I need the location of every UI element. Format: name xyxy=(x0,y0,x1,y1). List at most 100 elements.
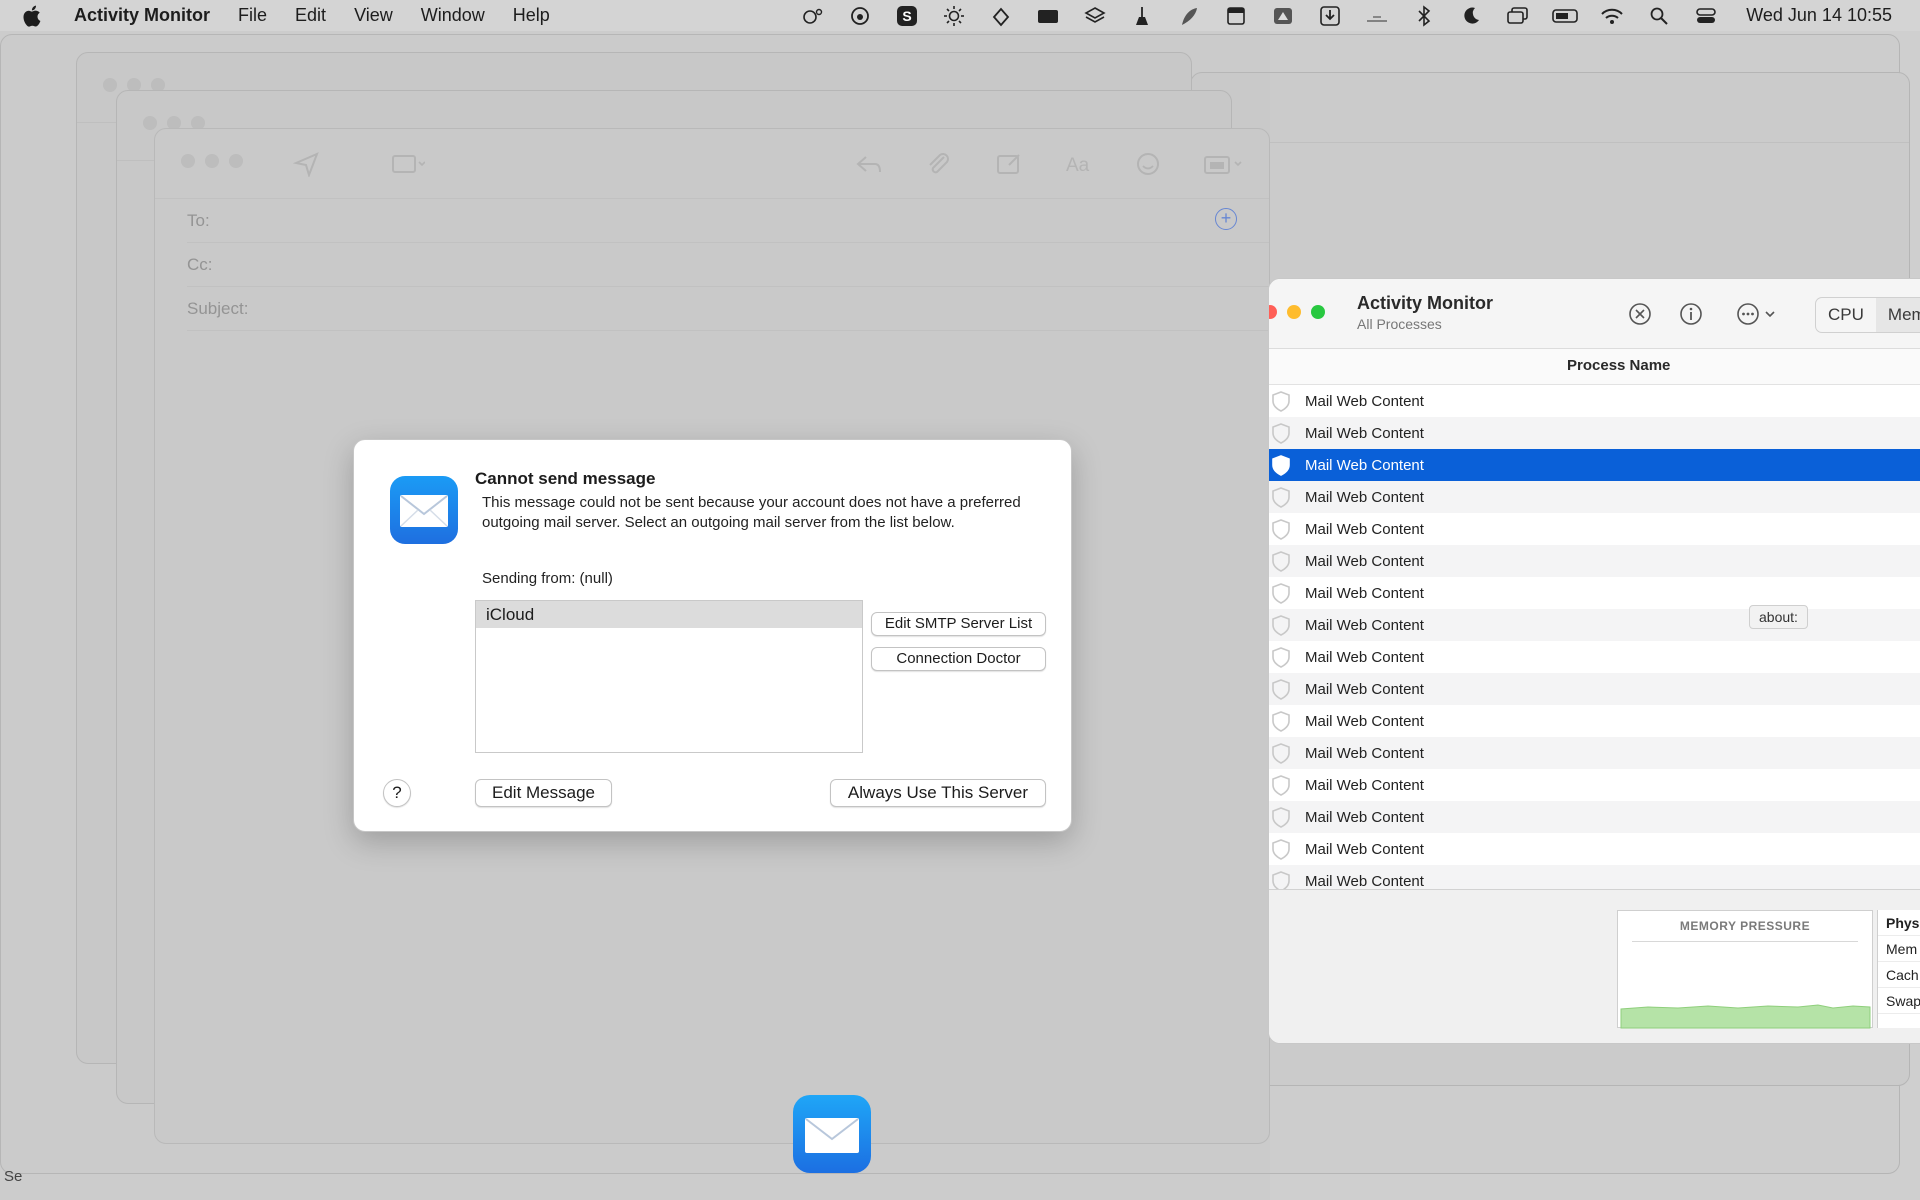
tab-cpu[interactable]: CPU xyxy=(1816,298,1876,332)
link-icon[interactable] xyxy=(800,6,826,26)
shield-icon xyxy=(1271,710,1291,732)
menu-edit[interactable]: Edit xyxy=(295,5,326,26)
process-row[interactable]: Mail Web Content xyxy=(1269,513,1920,545)
minimize-window-button[interactable] xyxy=(1287,305,1301,319)
sending-from-label: Sending from: (null) xyxy=(482,570,613,587)
process-row[interactable]: Mail Web Content xyxy=(1269,705,1920,737)
moon-icon[interactable] xyxy=(1458,6,1484,26)
help-button[interactable]: ? xyxy=(383,779,411,807)
keyboard-icon[interactable] xyxy=(1035,6,1061,26)
memory-pressure-graph: MEMORY PRESSURE xyxy=(1617,910,1873,1029)
weather-icon[interactable] xyxy=(1364,6,1390,26)
shield-icon xyxy=(1271,678,1291,700)
battery-icon[interactable] xyxy=(1552,6,1579,26)
close-window-button[interactable] xyxy=(1269,305,1277,319)
process-name: Mail Web Content xyxy=(1305,520,1424,538)
download-icon[interactable] xyxy=(1317,5,1343,26)
apple-menu-icon[interactable] xyxy=(22,5,52,27)
process-row[interactable]: Mail Web Content xyxy=(1269,449,1920,481)
connection-doctor-button[interactable]: Connection Doctor xyxy=(871,647,1046,671)
edit-message-button[interactable]: Edit Message xyxy=(475,779,612,807)
process-row[interactable]: Mail Web Content xyxy=(1269,865,1920,889)
process-row[interactable]: Mail Web Content xyxy=(1269,641,1920,673)
menu-clock[interactable]: Wed Jun 14 10:55 xyxy=(1746,5,1892,26)
subject-field[interactable]: Subject: xyxy=(187,287,1269,331)
process-row[interactable]: Mail Web Content xyxy=(1269,417,1920,449)
drive-icon[interactable] xyxy=(1270,6,1296,26)
process-name: Mail Web Content xyxy=(1305,744,1424,762)
info-icon[interactable] xyxy=(1678,301,1704,327)
control-center-icon[interactable] xyxy=(1693,6,1719,26)
process-row[interactable]: Mail Web Content xyxy=(1269,737,1920,769)
markup-icon[interactable] xyxy=(995,151,1023,177)
reply-icon[interactable] xyxy=(855,151,883,177)
process-name: Mail Web Content xyxy=(1305,712,1424,730)
view-tabs: CPU Mem xyxy=(1815,297,1920,333)
window-icon[interactable] xyxy=(1223,6,1249,26)
process-row[interactable]: Mail Web Content xyxy=(1269,481,1920,513)
process-name: Mail Web Content xyxy=(1305,392,1424,410)
s-app-icon[interactable]: S xyxy=(894,5,920,26)
shield-icon xyxy=(1271,646,1291,668)
process-name: Mail Web Content xyxy=(1305,616,1424,634)
smtp-server-list[interactable]: iCloud xyxy=(475,600,863,753)
process-list: Mail Web Content Mail Web Content Mail Web… xyxy=(1269,385,1920,889)
stat-memory-used: Mem xyxy=(1878,936,1920,962)
stop-process-icon[interactable] xyxy=(1627,301,1653,327)
add-recipient-icon[interactable]: + xyxy=(1215,208,1237,230)
process-row[interactable]: Mail Web Content xyxy=(1269,833,1920,865)
menu-view[interactable]: View xyxy=(354,5,393,26)
header-fields-icon[interactable] xyxy=(391,151,426,177)
shield-icon xyxy=(1271,774,1291,796)
menu-app-name[interactable]: Activity Monitor xyxy=(74,5,210,26)
broom-icon[interactable] xyxy=(1129,6,1155,26)
process-name: Mail Web Content xyxy=(1305,648,1424,666)
activity-monitor-subtitle: All Processes xyxy=(1357,316,1442,332)
tab-memory[interactable]: Mem xyxy=(1875,298,1920,332)
format-icon[interactable]: Aa xyxy=(1065,151,1093,177)
sync-icon[interactable] xyxy=(988,6,1014,26)
cc-field[interactable]: Cc: xyxy=(187,243,1269,287)
to-field[interactable]: To: xyxy=(187,199,1269,243)
spotlight-search-icon[interactable] xyxy=(1646,6,1672,26)
process-row[interactable]: Mail Web Content xyxy=(1269,801,1920,833)
column-process-name[interactable]: Process Name xyxy=(1567,357,1670,374)
process-row[interactable]: Mail Web Content xyxy=(1269,385,1920,417)
shield-icon xyxy=(1271,614,1291,636)
layers-icon[interactable] xyxy=(1082,6,1108,26)
process-table-header[interactable]: Process Name xyxy=(1269,349,1920,385)
brightness-icon[interactable] xyxy=(941,5,967,26)
process-name: Mail Web Content xyxy=(1305,488,1424,506)
menu-window[interactable]: Window xyxy=(421,5,485,26)
activity-monitor-toolbar: Activity Monitor All Processes CPU Mem xyxy=(1269,279,1920,349)
tooltip: about: xyxy=(1749,605,1808,629)
process-row[interactable]: Mail Web Content xyxy=(1269,673,1920,705)
activity-monitor-title: Activity Monitor xyxy=(1357,293,1494,313)
process-name: Mail Web Content xyxy=(1305,680,1424,698)
smtp-server-item[interactable]: iCloud xyxy=(476,601,862,628)
process-row[interactable]: Mail Web Content xyxy=(1269,545,1920,577)
more-options-icon[interactable] xyxy=(1735,301,1779,327)
screens-icon[interactable] xyxy=(1505,6,1531,26)
menu-file[interactable]: File xyxy=(238,5,267,26)
send-icon[interactable] xyxy=(292,151,321,179)
process-row[interactable]: Mail Web Content xyxy=(1269,609,1920,641)
photo-browser-icon[interactable] xyxy=(1203,151,1242,177)
edit-smtp-server-list-button[interactable]: Edit SMTP Server List xyxy=(871,612,1046,636)
svg-text:S: S xyxy=(903,8,912,24)
emoji-icon[interactable] xyxy=(1135,151,1163,177)
zoom-window-button[interactable] xyxy=(1311,305,1325,319)
process-name: Mail Web Content xyxy=(1305,872,1424,890)
always-use-this-server-button[interactable]: Always Use This Server xyxy=(830,779,1046,807)
dock-mail-icon[interactable] xyxy=(791,1093,873,1175)
stat-cached: Cach xyxy=(1878,962,1920,988)
bluetooth-icon[interactable] xyxy=(1411,4,1437,27)
wifi-icon[interactable] xyxy=(1599,6,1625,26)
feather-icon[interactable] xyxy=(1176,6,1202,26)
process-row[interactable]: Mail Web Content xyxy=(1269,577,1920,609)
attach-icon[interactable] xyxy=(925,151,953,177)
shield-icon xyxy=(1271,838,1291,860)
process-row[interactable]: Mail Web Content xyxy=(1269,769,1920,801)
gauge-icon[interactable] xyxy=(847,6,873,26)
menu-help[interactable]: Help xyxy=(513,5,550,26)
